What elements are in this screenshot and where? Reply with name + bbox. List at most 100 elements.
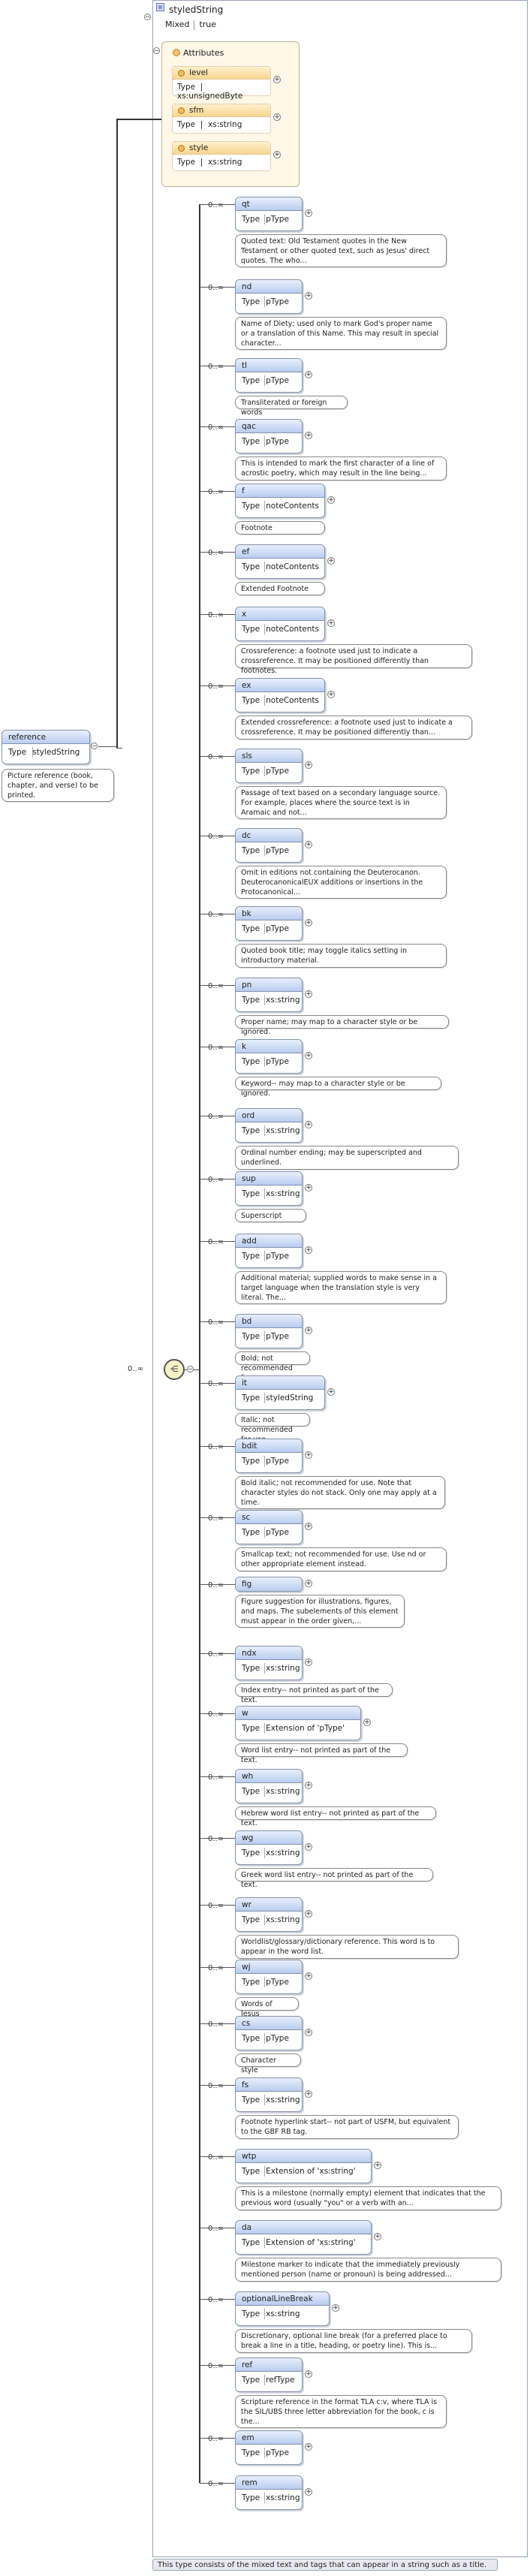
element-occurrence: 0..∞: [208, 1044, 224, 1052]
expand-icon[interactable]: +: [305, 1910, 312, 1918]
root-element-reference[interactable]: reference Type styledString: [2, 730, 90, 764]
expand-icon[interactable]: +: [273, 151, 281, 158]
expand-icon[interactable]: +: [305, 371, 312, 378]
expand-icon[interactable]: +: [332, 2304, 339, 2312]
expand-icon[interactable]: +: [305, 919, 312, 926]
element-da[interactable]: da Type Extension of 'xs:string': [235, 2220, 372, 2255]
expand-icon[interactable]: +: [327, 1388, 335, 1396]
element-qac[interactable]: qac Type pType: [235, 419, 303, 453]
element-w[interactable]: w Type Extension of 'pType': [235, 1706, 361, 1740]
element-name: sc: [236, 1511, 302, 1524]
element-dc[interactable]: dc Type pType: [235, 828, 303, 863]
expand-icon[interactable]: +: [305, 1052, 312, 1059]
expand-icon[interactable]: +: [305, 1184, 312, 1192]
element-bk[interactable]: bk Type pType: [235, 906, 303, 941]
element-sls[interactable]: sls Type pType: [235, 749, 303, 783]
collapse-icon[interactable]: −: [144, 14, 151, 20]
element-name: add: [236, 1234, 302, 1248]
element-cs[interactable]: cs Type pType: [235, 2016, 303, 2050]
element-type: Type pType: [242, 437, 289, 446]
element-qt[interactable]: qt Type pType: [235, 197, 303, 231]
element-wtp[interactable]: wtp Type Extension of 'xs:string': [235, 2149, 372, 2183]
element-k[interactable]: k Type pType: [235, 1039, 303, 1074]
expand-icon[interactable]: +: [305, 1246, 312, 1254]
element-it[interactable]: it Type styledString: [235, 1375, 325, 1410]
element-wr[interactable]: wr Type xs:string: [235, 1897, 303, 1932]
expand-icon[interactable]: +: [305, 1327, 312, 1334]
expand-icon[interactable]: +: [305, 2029, 312, 2036]
expand-icon[interactable]: +: [363, 1719, 371, 1726]
expand-icon[interactable]: +: [327, 557, 335, 565]
element-type: Type pType: [242, 767, 289, 776]
expand-icon[interactable]: +: [305, 432, 312, 439]
choice-compositor[interactable]: ⋲: [164, 1359, 185, 1380]
expand-icon[interactable]: +: [305, 1782, 312, 1789]
expand-icon[interactable]: +: [305, 1659, 312, 1666]
element-rem[interactable]: rem Type xs:string: [235, 2475, 303, 2510]
expand-icon[interactable]: +: [305, 1972, 312, 1980]
element-x[interactable]: x Type noteContents: [235, 607, 325, 641]
element-fig[interactable]: fig: [235, 1577, 303, 1592]
attribute-style[interactable]: style Type | xs:string: [172, 141, 271, 171]
element-em[interactable]: em Type pType: [235, 2430, 303, 2465]
element-wj[interactable]: wj Type pType: [235, 1960, 303, 1994]
element-f[interactable]: f Type noteContents: [235, 484, 325, 518]
expand-icon[interactable]: +: [305, 2090, 312, 2098]
element-documentation: Bold; not recommended for use.: [235, 1351, 310, 1382]
element-ref[interactable]: ref Type refType: [235, 2358, 303, 2392]
expand-icon[interactable]: +: [305, 1580, 312, 1587]
expand-icon[interactable]: +: [305, 761, 312, 769]
attribute-level[interactable]: level Type | xs:unsignedByte: [172, 66, 271, 101]
collapse-icon[interactable]: −: [187, 1366, 194, 1372]
element-ex[interactable]: ex Type noteContents: [235, 678, 325, 713]
element-tl[interactable]: tl Type pType: [235, 358, 303, 393]
element-ord[interactable]: ord Type xs:string: [235, 1108, 303, 1143]
collapse-icon[interactable]: −: [91, 743, 98, 749]
expand-icon[interactable]: +: [305, 2488, 312, 2496]
element-name: x: [236, 607, 324, 621]
element-name: it: [236, 1376, 324, 1390]
element-bdit[interactable]: bdit Type pType: [235, 1439, 303, 1473]
element-ndx[interactable]: ndx Type xs:string: [235, 1646, 303, 1680]
element-fs[interactable]: fs Type xs:string: [235, 2077, 303, 2112]
element-nd[interactable]: nd Type pType: [235, 279, 303, 314]
expand-icon[interactable]: +: [273, 113, 281, 121]
element-wg[interactable]: wg Type xs:string: [235, 1830, 303, 1865]
expand-icon[interactable]: +: [374, 2162, 381, 2169]
element-add[interactable]: add Type pType: [235, 1234, 303, 1268]
expand-icon[interactable]: +: [327, 619, 335, 627]
element-pn[interactable]: pn Type xs:string: [235, 978, 303, 1012]
attributes-title: Attributes: [183, 48, 224, 58]
expand-icon[interactable]: +: [327, 691, 335, 698]
attribute-sfm[interactable]: sfm Type | xs:string: [172, 104, 271, 134]
collapse-attributes-icon[interactable]: −: [153, 47, 160, 54]
expand-icon[interactable]: +: [305, 292, 312, 300]
connector: [200, 1905, 235, 1906]
element-occurrence: 0..∞: [208, 2153, 224, 2162]
element-occurrence: 0..∞: [208, 1113, 224, 1121]
expand-icon[interactable]: +: [273, 76, 281, 83]
element-occurrence: 0..∞: [208, 1773, 224, 1782]
element-optionalLineBreak[interactable]: optionalLineBreak Type xs:string: [235, 2291, 330, 2326]
element-name: ndx: [236, 1647, 302, 1660]
element-sc[interactable]: sc Type pType: [235, 1510, 303, 1544]
expand-icon[interactable]: +: [305, 1843, 312, 1851]
element-bd[interactable]: bd Type pType: [235, 1314, 303, 1348]
expand-icon[interactable]: +: [305, 2370, 312, 2378]
expand-icon[interactable]: +: [305, 209, 312, 217]
element-wh[interactable]: wh Type xs:string: [235, 1769, 303, 1803]
expand-icon[interactable]: +: [374, 2233, 381, 2240]
expand-icon[interactable]: +: [305, 2443, 312, 2451]
expand-icon[interactable]: +: [305, 1121, 312, 1128]
element-ef[interactable]: ef Type noteContents: [235, 544, 325, 579]
expand-icon[interactable]: +: [305, 990, 312, 998]
element-occurrence: 0..∞: [208, 2020, 224, 2029]
element-sup[interactable]: sup Type xs:string: [235, 1171, 303, 1206]
element-type: Type xs:string: [242, 2309, 300, 2318]
expand-icon[interactable]: +: [305, 1451, 312, 1459]
expand-icon[interactable]: +: [327, 496, 335, 504]
element-documentation: Worldlist/glossary/dictionary reference.…: [235, 1935, 459, 1959]
expand-icon[interactable]: +: [305, 841, 312, 848]
expand-icon[interactable]: +: [305, 1523, 312, 1530]
element-occurrence: 0..∞: [208, 1835, 224, 1843]
